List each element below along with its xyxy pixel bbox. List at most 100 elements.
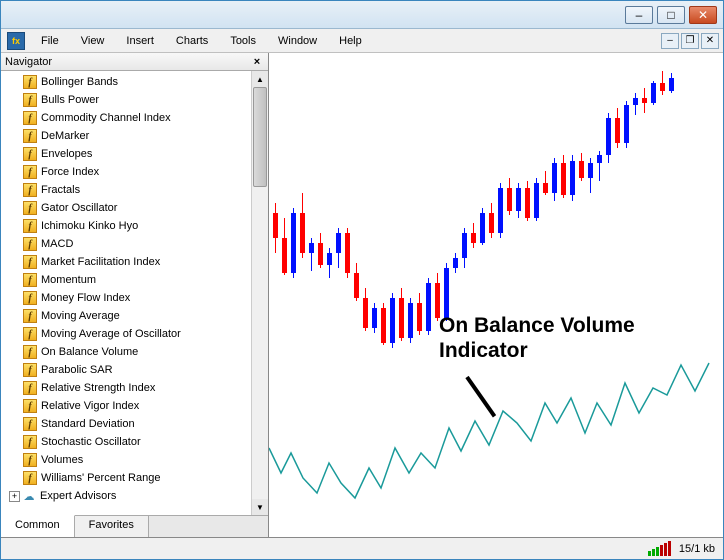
menu-insert[interactable]: Insert (116, 32, 164, 50)
indicator-label: Market Facilitation Index (41, 256, 160, 268)
indicator-item[interactable]: f Parabolic SAR (21, 361, 251, 379)
maximize-button[interactable]: □ (657, 6, 685, 24)
function-icon: f (23, 237, 37, 251)
function-icon: f (23, 291, 37, 305)
candle-body (507, 188, 512, 211)
function-icon: f (23, 93, 37, 107)
candle-body (660, 83, 665, 91)
indicator-item[interactable]: fIchimoku Kinko Hyo (21, 217, 251, 235)
indicator-label: Relative Strength Index (41, 382, 155, 394)
navigator-tree: fBollinger BandsfBulls PowerfCommodity C… (1, 71, 268, 515)
chart-area[interactable]: On Balance Volume Indicator (269, 53, 723, 537)
candle-body (327, 253, 332, 265)
candle-body (417, 303, 422, 331)
menu-tools[interactable]: Tools (220, 32, 266, 50)
candle-body (291, 213, 296, 273)
menu-help[interactable]: Help (329, 32, 372, 50)
indicator-item[interactable]: fVolumes (21, 451, 251, 469)
function-icon: f (23, 147, 37, 161)
candle-body (624, 105, 629, 143)
navigator-panel: Navigator × fBollinger BandsfBulls Power… (1, 53, 269, 537)
navigator-close-icon[interactable]: × (250, 55, 264, 69)
indicator-label: Force Index (41, 166, 99, 178)
expert-advisors-label: Expert Advisors (40, 490, 116, 502)
navigator-tabs: Common Favorites (1, 515, 268, 537)
candle-body (597, 155, 602, 163)
menu-view[interactable]: View (71, 32, 115, 50)
mdi-close-icon[interactable]: ✕ (701, 33, 719, 49)
indicator-item[interactable]: fBulls Power (21, 91, 251, 109)
indicator-item[interactable]: f Force Index (21, 163, 251, 181)
indicator-label: Volumes (41, 454, 83, 466)
indicator-label: MACD (41, 238, 73, 250)
indicator-item[interactable]: fGator Oscillator (21, 199, 251, 217)
indicator-item[interactable]: fStandard Deviation (21, 415, 251, 433)
minimize-button[interactable]: – (625, 6, 653, 24)
indicator-item[interactable]: fFractals (21, 181, 251, 199)
annotation-arrow (465, 376, 496, 418)
indicator-item[interactable]: fRelative Vigor Index (21, 397, 251, 415)
function-icon: f (23, 363, 37, 377)
scrollbar[interactable]: ▲ ▼ (251, 71, 268, 515)
expert-advisors-item[interactable]: +☁Expert Advisors (21, 487, 251, 505)
function-icon: f (23, 471, 37, 485)
navigator-header: Navigator × (1, 53, 268, 71)
indicator-item[interactable]: fEnvelopes (21, 145, 251, 163)
indicator-item[interactable]: fMoving Average of Oscillator (21, 325, 251, 343)
mdi-restore-icon[interactable]: ❐ (681, 33, 699, 49)
tab-common[interactable]: Common (1, 515, 75, 537)
indicator-item[interactable]: fRelative Strength Index (21, 379, 251, 397)
scroll-up-icon[interactable]: ▲ (252, 71, 268, 87)
scroll-down-icon[interactable]: ▼ (252, 499, 268, 515)
indicator-label: Bollinger Bands (41, 76, 118, 88)
indicator-item[interactable]: f Momentum (21, 271, 251, 289)
candle-body (426, 283, 431, 331)
obv-indicator-line (269, 363, 709, 498)
candle-body (669, 78, 674, 91)
menu-bar: fx File View Insert Charts Tools Window … (1, 29, 723, 53)
function-icon: f (23, 399, 37, 413)
candle-body (381, 308, 386, 343)
candle-body (390, 298, 395, 343)
candle-body (471, 233, 476, 243)
candle-body (480, 213, 485, 243)
function-icon: f (23, 111, 37, 125)
candle-body (273, 213, 278, 238)
workspace: Navigator × fBollinger BandsfBulls Power… (1, 53, 723, 537)
menu-charts[interactable]: Charts (166, 32, 218, 50)
indicator-item[interactable]: fStochastic Oscillator (21, 433, 251, 451)
menu-window[interactable]: Window (268, 32, 327, 50)
tab-favorites[interactable]: Favorites (75, 516, 149, 537)
menu-file[interactable]: File (31, 32, 69, 50)
indicator-label: Fractals (41, 184, 80, 196)
indicator-item[interactable]: fWilliams' Percent Range (21, 469, 251, 487)
indicator-item[interactable]: f MACD (21, 235, 251, 253)
indicator-label: Standard Deviation (41, 418, 135, 430)
mdi-minimize-icon[interactable]: – (661, 33, 679, 49)
close-button[interactable]: ✕ (689, 6, 717, 24)
indicator-label: Ichimoku Kinko Hyo (41, 220, 138, 232)
expand-icon[interactable]: + (9, 491, 20, 502)
connection-bars-icon (648, 541, 671, 556)
candle-body (408, 303, 413, 338)
function-icon: f (23, 273, 37, 287)
candle-body (462, 233, 467, 258)
function-icon: f (23, 165, 37, 179)
candle-body (345, 233, 350, 273)
connection-status: 15/1 kb (679, 543, 715, 555)
indicator-item[interactable]: fMoving Average (21, 307, 251, 325)
candle-body (363, 298, 368, 328)
candle-body (516, 188, 521, 211)
indicator-item[interactable]: fCommodity Channel Index (21, 109, 251, 127)
candle-body (372, 308, 377, 328)
candle-body (552, 163, 557, 193)
indicator-item[interactable]: fMarket Facilitation Index (21, 253, 251, 271)
indicator-item[interactable]: fMoney Flow Index (21, 289, 251, 307)
indicator-item[interactable]: fBollinger Bands (21, 73, 251, 91)
candle-body (615, 118, 620, 143)
indicator-label: Parabolic SAR (41, 364, 113, 376)
scroll-thumb[interactable] (253, 87, 267, 187)
indicator-label: Momentum (41, 274, 96, 286)
indicator-item[interactable]: fOn Balance Volume (21, 343, 251, 361)
indicator-item[interactable]: fDeMarker (21, 127, 251, 145)
